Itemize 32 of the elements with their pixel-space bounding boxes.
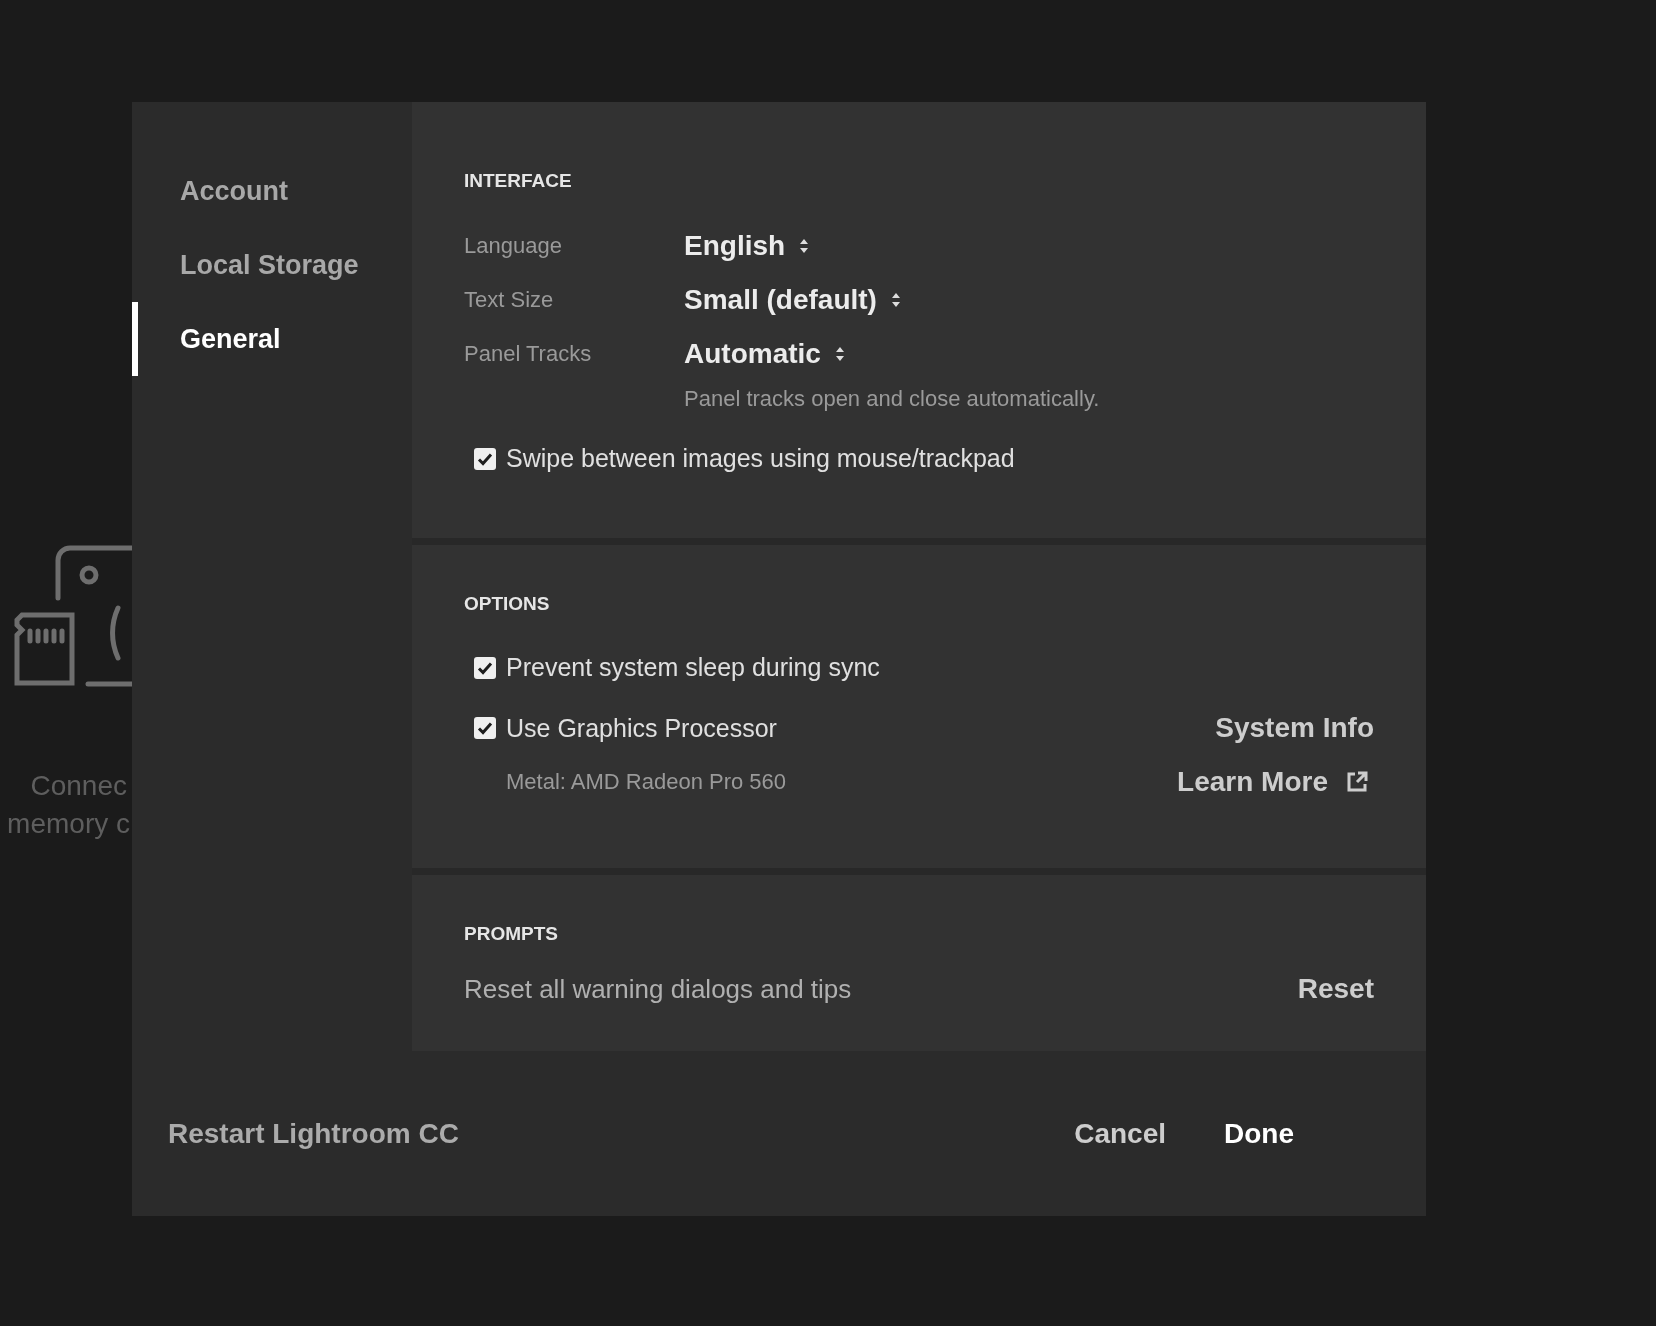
checkbox[interactable] [474, 656, 496, 679]
learn-more-link[interactable]: Learn More [1177, 766, 1368, 798]
sidebar-item[interactable]: Local Storage [132, 228, 412, 302]
checkbox-label[interactable]: Swipe between images using mouse/trackpad [506, 444, 1015, 473]
setting-label: Panel Tracks [464, 341, 593, 367]
reset-button[interactable]: Reset [1297, 973, 1374, 1005]
setting-dropdown[interactable]: English [684, 230, 810, 262]
setting-label: Language [464, 233, 563, 259]
connect-prompt-text: memory c [7, 808, 130, 840]
setting-hint: Panel tracks open and close automatically. [684, 386, 1101, 412]
checkbox-label[interactable]: Prevent system sleep during sync [506, 653, 880, 682]
system-info-link[interactable]: System Info [1215, 712, 1374, 744]
restart-button[interactable]: Restart Lightroom CC [168, 1117, 459, 1150]
updown-icon [834, 346, 845, 362]
cancel-button[interactable]: Cancel [1074, 1117, 1166, 1150]
setting-dropdown[interactable]: Small (default) [684, 284, 901, 316]
prompts-description: Reset all warning dialogs and tips [464, 973, 852, 1005]
done-button[interactable]: Done [1224, 1117, 1294, 1150]
section-heading: OPTIONS [464, 593, 551, 615]
connect-prompt-text: Connec [30, 770, 127, 802]
updown-icon [890, 292, 901, 308]
section-heading: INTERFACE [464, 170, 573, 192]
section-heading: PROMPTS [464, 923, 559, 945]
sidebar-item[interactable]: Account [132, 154, 412, 228]
external-link-icon [1346, 771, 1368, 793]
gpu-detail-text: Metal: AMD Radeon Pro 560 [506, 769, 787, 795]
updown-icon [799, 238, 810, 254]
setting-dropdown[interactable]: Automatic [684, 338, 845, 370]
checkbox[interactable] [474, 717, 496, 739]
setting-label: Text Size [464, 287, 555, 313]
checkbox-label[interactable]: Use Graphics Processor [506, 713, 777, 743]
checkbox[interactable] [474, 447, 496, 470]
